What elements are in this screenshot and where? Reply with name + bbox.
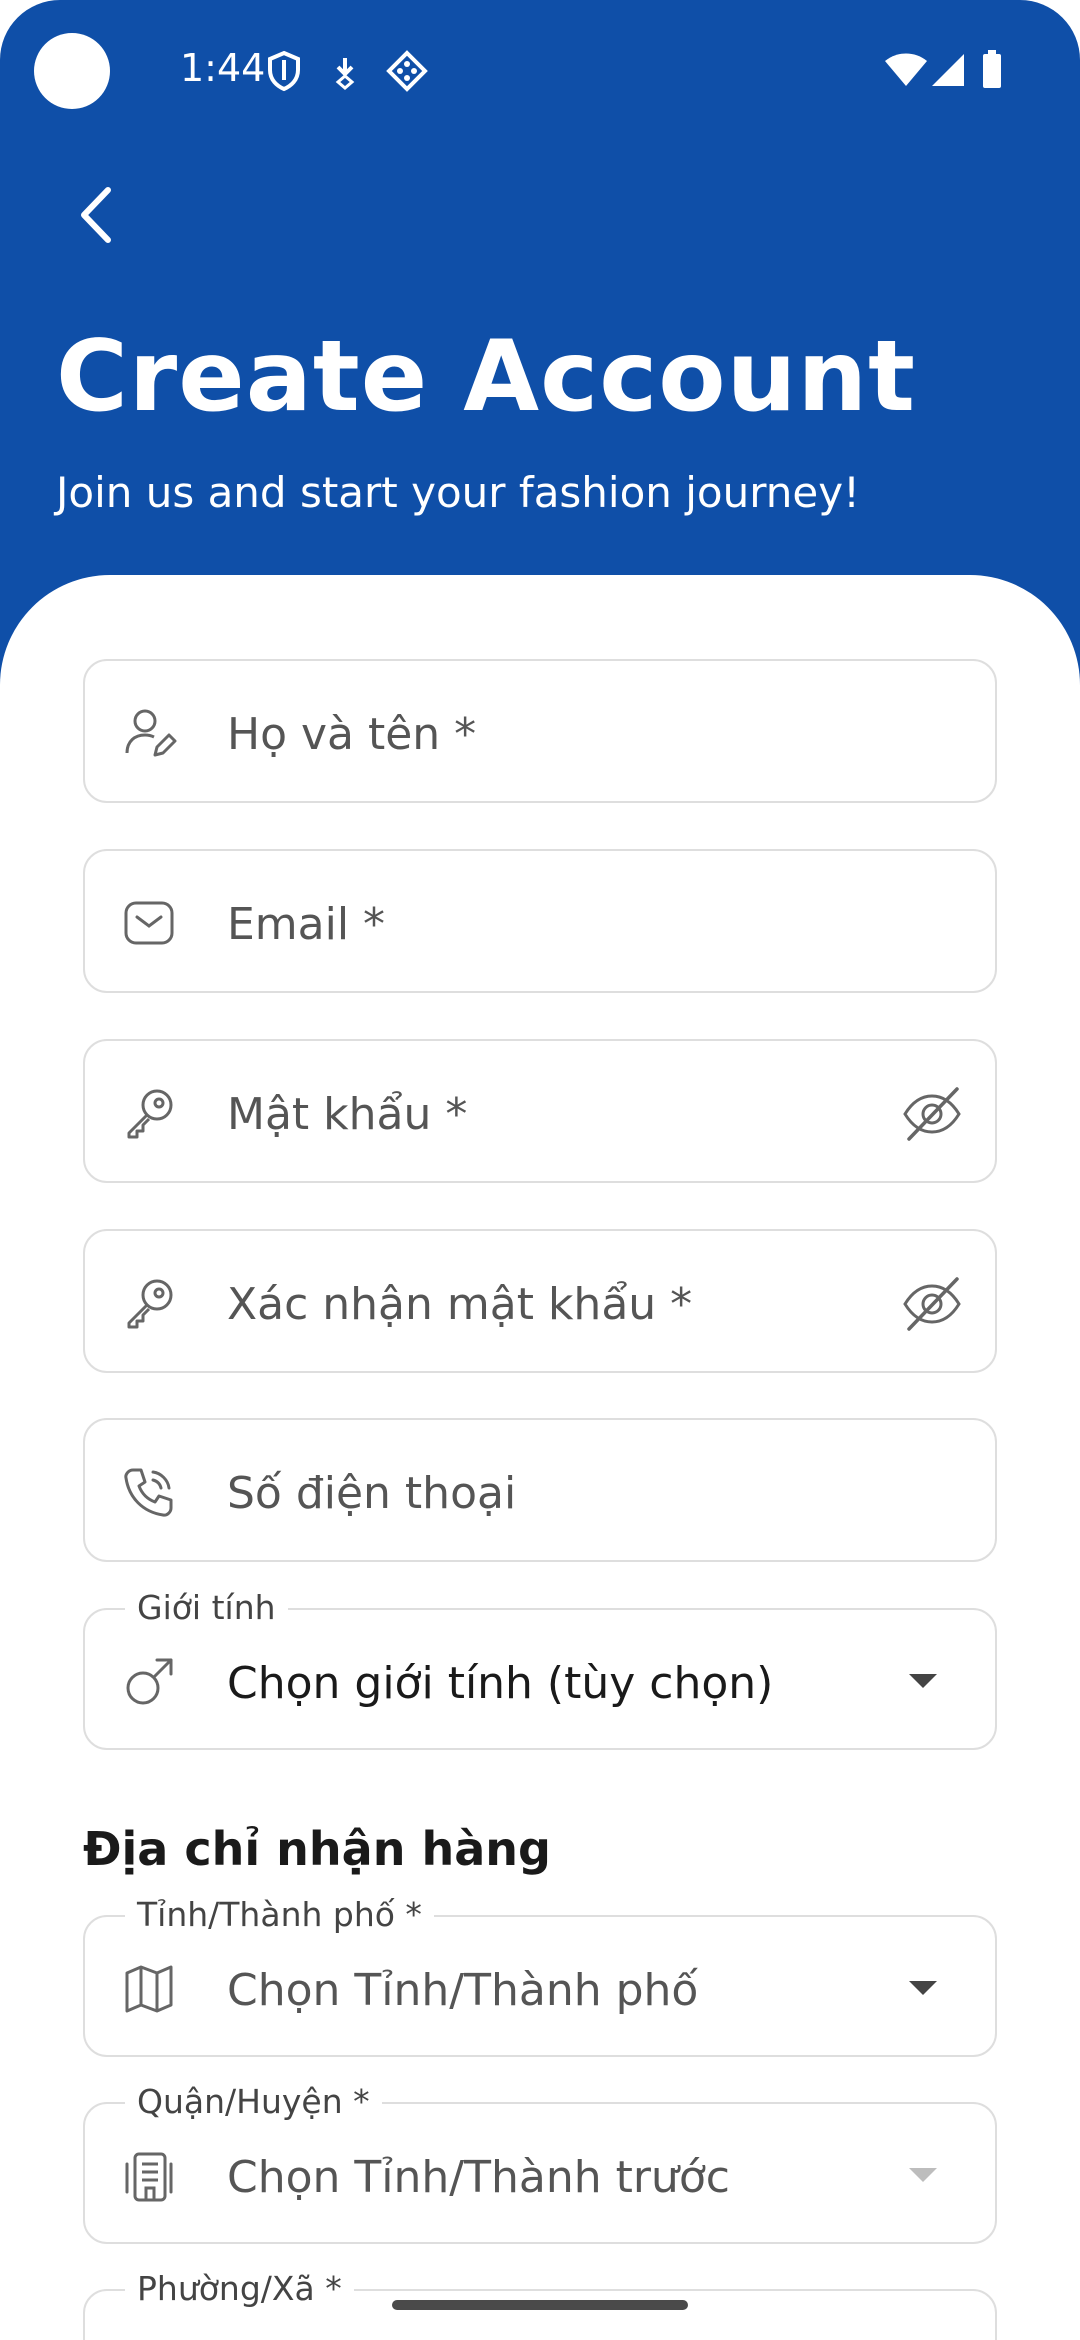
wifi-icon (884, 52, 928, 88)
gesture-home-bar[interactable] (392, 2300, 688, 2310)
confirm-password-placeholder: Xác nhận mật khẩu * (227, 1279, 693, 1330)
key-icon (121, 1275, 177, 1331)
dropdown-arrow-icon (909, 1674, 937, 1688)
eye-off-icon[interactable] (901, 1273, 963, 1335)
password-placeholder: Mật khẩu * (227, 1089, 468, 1140)
phone-field[interactable]: Số điện thoại (83, 1418, 997, 1562)
ward-select[interactable]: Phường/Xã * (83, 2269, 997, 2340)
district-select[interactable]: Quận/Huyện * Chọn Tỉnh/Thành trước (83, 2082, 997, 2244)
gender-select[interactable]: Giới tính Chọn giới tính (tùy chọn) (83, 1588, 997, 1750)
diamond-grid-icon (386, 50, 428, 92)
back-button[interactable] (62, 180, 132, 250)
mail-icon (121, 895, 177, 951)
shield-icon (266, 50, 302, 92)
eye-off-icon[interactable] (901, 1083, 963, 1145)
district-label: Quận/Huyện * (125, 2082, 382, 2121)
dropdown-arrow-icon (909, 2168, 937, 2182)
status-bar: 1:44 (0, 0, 1080, 140)
gender-value: Chọn giới tính (tùy chọn) (227, 1658, 774, 1709)
province-select[interactable]: Tỉnh/Thành phố * Chọn Tỉnh/Thành phố (83, 1895, 997, 2057)
user-edit-icon (121, 705, 177, 761)
province-label: Tỉnh/Thành phố * (125, 1895, 434, 1934)
status-time: 1:44 (180, 46, 266, 90)
gender-label: Giới tính (125, 1588, 288, 1627)
province-value: Chọn Tỉnh/Thành phố (227, 1965, 699, 2016)
download-icon (330, 56, 360, 90)
map-icon (121, 1961, 177, 2017)
email-field[interactable]: Email * (83, 849, 997, 993)
district-value: Chọn Tỉnh/Thành trước (227, 2152, 730, 2203)
signal-icon (930, 52, 966, 88)
phone-placeholder: Số điện thoại (227, 1468, 517, 1519)
email-placeholder: Email * (227, 899, 386, 950)
key-icon (121, 1085, 177, 1141)
confirm-password-field[interactable]: Xác nhận mật khẩu * (83, 1229, 997, 1373)
chevron-left-icon (81, 187, 111, 243)
male-icon (121, 1654, 177, 1710)
dropdown-arrow-icon (909, 1981, 937, 1995)
building-icon (121, 2148, 177, 2204)
battery-icon (982, 50, 1002, 88)
address-section-title: Địa chỉ nhận hàng (83, 1822, 551, 1876)
full-name-field[interactable]: Họ và tên * (83, 659, 997, 803)
phone-icon (121, 1464, 177, 1520)
camera-cutout (34, 33, 110, 109)
page-subtitle: Join us and start your fashion journey! (56, 468, 860, 517)
password-field[interactable]: Mật khẩu * (83, 1039, 997, 1183)
ward-label: Phường/Xã * (125, 2269, 354, 2308)
page-title: Create Account (56, 320, 917, 434)
full-name-placeholder: Họ và tên * (227, 709, 477, 760)
